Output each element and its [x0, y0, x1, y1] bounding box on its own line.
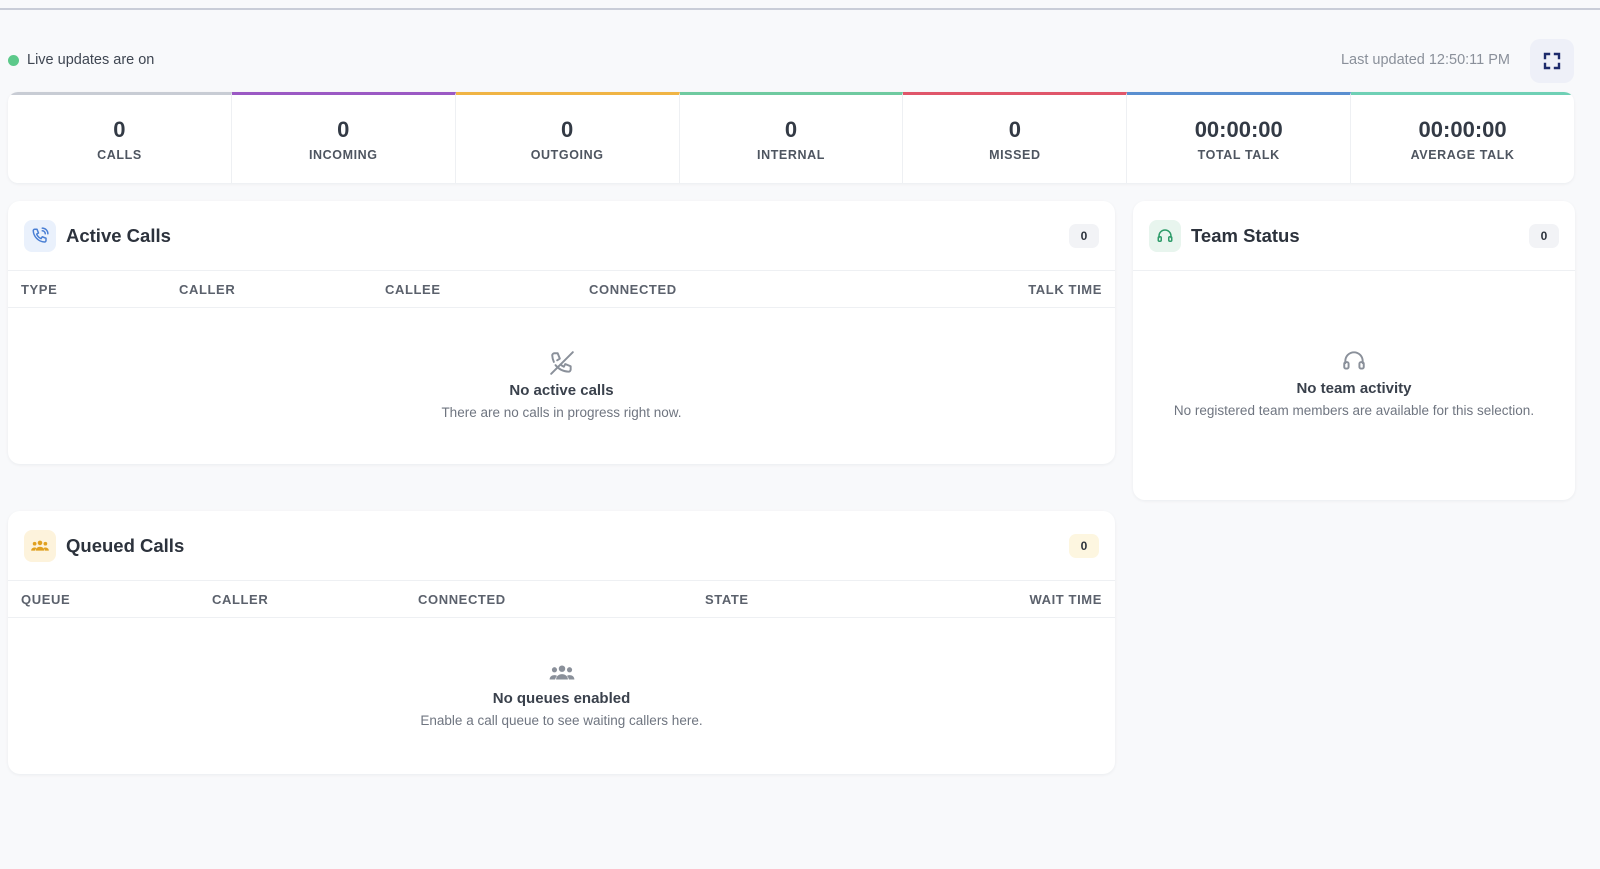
- stat-label: MISSED: [989, 148, 1041, 163]
- column-header-talk-time[interactable]: TALK TIME: [1028, 282, 1102, 297]
- column-header-connected[interactable]: CONNECTED: [589, 282, 677, 297]
- phone-off-icon: [549, 351, 574, 375]
- queued-calls-empty-title: No queues enabled: [492, 690, 631, 707]
- stat-value: 0: [1008, 116, 1021, 142]
- column-header-connected[interactable]: CONNECTED: [418, 592, 506, 607]
- column-header-callee[interactable]: CALLEE: [385, 282, 441, 297]
- team-status-empty-subtitle: No registered team members are available…: [1173, 402, 1535, 418]
- stat-label: AVERAGE TALK: [1410, 148, 1515, 163]
- live-indicator-dot: [8, 54, 19, 66]
- active-calls-empty-subtitle: There are no calls in progress right now…: [441, 405, 682, 420]
- headset-empty-icon: [1343, 350, 1365, 370]
- stat-value: 0: [784, 116, 798, 142]
- headset-icon: [1149, 219, 1181, 252]
- stat-value: 0: [337, 116, 350, 142]
- stat-value: 0: [113, 116, 126, 142]
- stat-label: INCOMING: [308, 148, 378, 163]
- stat-missed: 0 MISSED: [903, 92, 1128, 183]
- stat-value: 00:00:00: [1194, 116, 1283, 142]
- stat-calls: 0 CALLS: [8, 92, 232, 183]
- last-updated-text: Last updated 12:50:11 PM: [1340, 52, 1510, 68]
- queued-calls-table-header: QUEUE CALLER CONNECTED STATE WAIT TIME: [8, 581, 1115, 618]
- stat-label: TOTAL TALK: [1197, 148, 1280, 163]
- team-status-empty-state: No team activity No registered team memb…: [1133, 271, 1575, 500]
- stat-average-talk: 00:00:00 AVERAGE TALK: [1351, 92, 1574, 183]
- active-calls-title: Active Calls: [66, 224, 171, 246]
- stats-summary: 0 CALLS 0 INCOMING 0 OUTGOING 0 INTERNAL…: [8, 92, 1574, 183]
- column-header-type[interactable]: TYPE: [21, 282, 57, 297]
- column-header-caller[interactable]: CALLER: [179, 282, 235, 297]
- stat-internal: 0 INTERNAL: [679, 92, 904, 183]
- active-calls-header: Active Calls 0: [8, 201, 1115, 271]
- active-calls-table-header: TYPE CALLER CALLEE CONNECTED TALK TIME: [8, 271, 1115, 308]
- queued-calls-count-badge: 0: [1069, 533, 1099, 558]
- team-status-empty-title: No team activity: [1296, 379, 1412, 397]
- fullscreen-icon: [1543, 52, 1561, 70]
- status-bar: Live updates are on Last updated 12:50:1…: [8, 39, 1574, 83]
- team-status-count-badge: 0: [1529, 223, 1559, 248]
- stat-incoming: 0 INCOMING: [231, 92, 456, 183]
- queued-calls-title: Queued Calls: [66, 534, 185, 556]
- stat-label: OUTGOING: [530, 148, 604, 163]
- users-empty-icon: [549, 665, 574, 680]
- phone-icon: [24, 219, 56, 252]
- queued-calls-empty-subtitle: Enable a call queue to see waiting calle…: [420, 713, 703, 728]
- queued-calls-empty-state: No queues enabled Enable a call queue to…: [8, 618, 1115, 772]
- stat-value: 00:00:00: [1418, 116, 1507, 142]
- stat-outgoing: 0 OUTGOING: [455, 92, 680, 183]
- column-header-wait-time[interactable]: WAIT TIME: [1029, 592, 1102, 607]
- queued-calls-header: Queued Calls 0: [8, 511, 1115, 581]
- stat-label: INTERNAL: [757, 148, 825, 163]
- queued-calls-panel: Queued Calls 0 QUEUE CALLER CONNECTED ST…: [8, 511, 1115, 774]
- active-calls-count-badge: 0: [1069, 223, 1099, 248]
- stat-total-talk: 00:00:00 TOTAL TALK: [1127, 92, 1352, 183]
- stat-value: 0: [561, 116, 574, 142]
- active-calls-empty-title: No active calls: [509, 382, 614, 399]
- team-status-panel: Team Status 0 No team activity No regist…: [1133, 201, 1575, 500]
- team-status-title: Team Status: [1191, 224, 1300, 246]
- live-status-label: Live updates are on: [27, 52, 155, 68]
- team-status-header: Team Status 0: [1133, 201, 1575, 271]
- live-status: Live updates are on: [8, 52, 154, 68]
- stat-label: CALLS: [97, 148, 142, 163]
- fullscreen-button[interactable]: [1530, 39, 1574, 83]
- active-calls-empty-state: No active calls There are no calls in pr…: [8, 308, 1115, 462]
- column-header-queue[interactable]: QUEUE: [21, 592, 70, 607]
- top-divider: [0, 0, 1600, 10]
- column-header-state[interactable]: STATE: [705, 592, 749, 607]
- users-icon: [24, 529, 56, 562]
- active-calls-panel: Active Calls 0 TYPE CALLER CALLEE CONNEC…: [8, 201, 1115, 464]
- column-header-caller[interactable]: CALLER: [212, 592, 268, 607]
